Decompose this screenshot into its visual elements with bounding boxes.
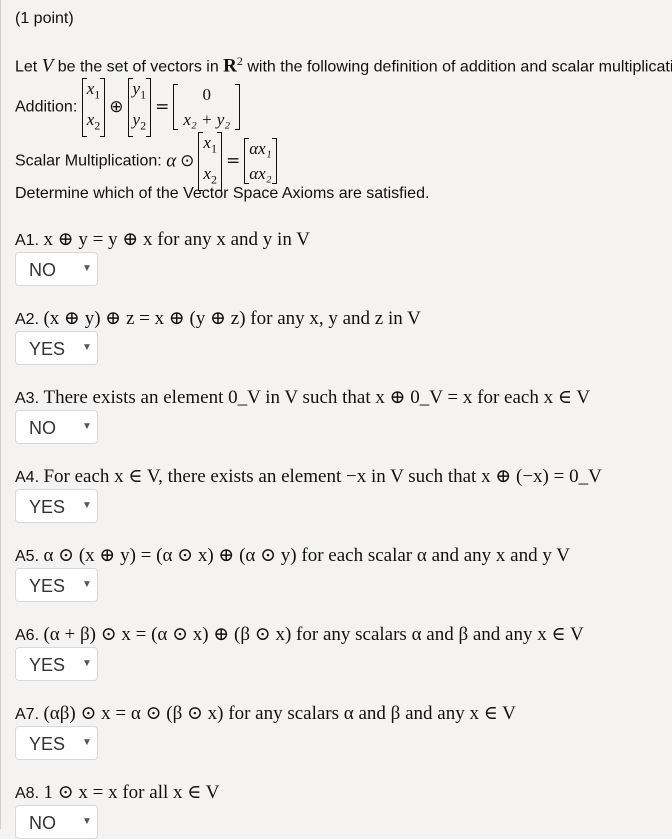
axiom-a7-select[interactable]: YES ▼	[15, 726, 98, 760]
caret-down-icon: ▼	[82, 579, 92, 590]
vector-sum: 0 x₂ + y₂	[173, 82, 241, 132]
axiom-a6: A6. (α + β) ⊙ x = (α ⊙ x) ⊕ (β ⊙ x) for …	[15, 624, 584, 645]
intro-text: Let V be the set of vectors in R2 with t…	[15, 54, 672, 77]
axiom-a6-select[interactable]: YES ▼	[15, 647, 98, 681]
caret-down-icon: ▼	[82, 263, 92, 274]
caret-down-icon: ▼	[82, 500, 92, 511]
panel-border	[0, 0, 1, 829]
axiom-a8: A8. 1 ⊙ x = x for all x ∈ V	[15, 782, 220, 803]
axiom-a4: A4. For each x ∈ V, there exists an elem…	[15, 466, 602, 487]
axiom-a1: A1. x ⊕ y = y ⊕ x for any x and y in V	[15, 229, 310, 250]
axiom-a5-select[interactable]: YES ▼	[15, 568, 98, 602]
oplus-icon: ⊕	[109, 97, 124, 118]
axiom-a1-select[interactable]: NO ▼	[15, 252, 98, 286]
caret-down-icon: ▼	[82, 737, 92, 748]
caret-down-icon: ▼	[82, 658, 92, 669]
vector-x: x1 x2	[198, 130, 222, 193]
axiom-a3-select[interactable]: NO ▼	[15, 410, 98, 444]
caret-down-icon: ▼	[82, 421, 92, 432]
axiom-a3: A3. There exists an element 0_V in V suc…	[15, 387, 591, 408]
axiom-a7: A7. (αβ) ⊙ x = α ⊙ (β ⊙ x) for any scala…	[15, 703, 516, 724]
vector-product: αx₁ αx₂	[244, 136, 278, 186]
axiom-a4-select[interactable]: YES ▼	[15, 489, 98, 523]
caret-down-icon: ▼	[82, 816, 92, 827]
axiom-a5: A5. α ⊙ (x ⊕ y) = (α ⊙ x) ⊕ (α ⊙ y) for …	[15, 545, 570, 566]
axiom-a2-select[interactable]: YES ▼	[15, 331, 98, 365]
odot-icon: ⊙	[180, 151, 195, 172]
instruction-text: Determine which of the Vector Space Axio…	[15, 185, 430, 202]
axiom-a2: A2. (x ⊕ y) ⊕ z = x ⊕ (y ⊕ z) for any x,…	[15, 308, 421, 329]
caret-down-icon: ▼	[82, 342, 92, 353]
scalar-definition: Scalar Multiplication: α ⊙ x1 x2 = αx₁ αx…	[15, 130, 278, 193]
axiom-a8-select[interactable]: NO ▼	[15, 805, 98, 839]
points-label: (1 point)	[15, 10, 74, 27]
